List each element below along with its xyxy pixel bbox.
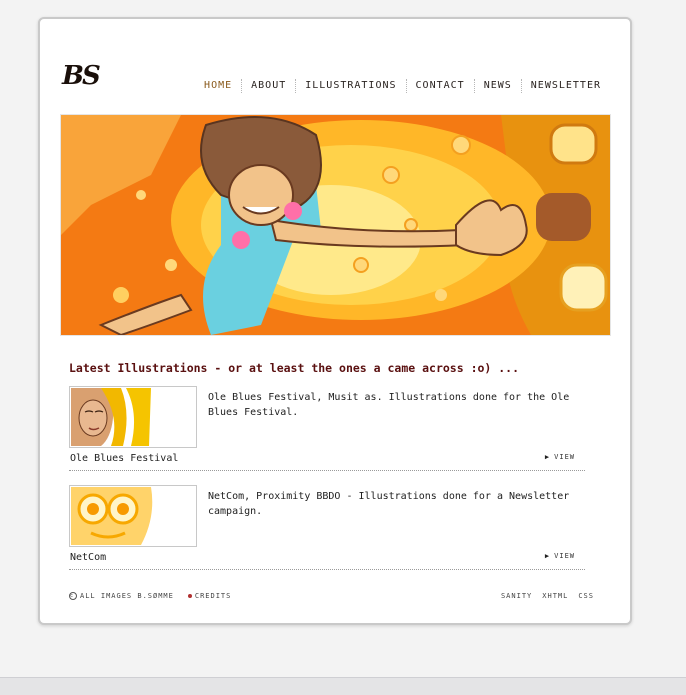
view-button[interactable]: ▶ VIEW [545,453,575,461]
play-arrow-icon: ▶ [544,453,551,461]
item-title[interactable]: NetCom [70,552,106,563]
credits-label: CREDITS [194,592,232,600]
divider [69,470,585,471]
view-button[interactable]: ▶ VIEW [545,552,575,560]
footer-left: c ALL IMAGES B.SØMME CREDITS [69,592,231,600]
browser-status-bar [0,677,686,695]
item-description: Ole Blues Festival, Musit as. Illustrati… [208,392,570,418]
nav-item-about[interactable]: ABOUT [241,79,295,93]
footer-link-sanity[interactable]: SANITY [501,592,532,600]
play-arrow-icon: ▶ [544,552,551,560]
item-description: NetCom, Proximity BBDO - Illustrations d… [208,491,570,517]
bullet-icon [187,594,192,598]
item-thumbnail[interactable] [69,485,197,547]
footer-link-xhtml[interactable]: XHTML [542,592,568,600]
nav-item-illustrations[interactable]: ILLUSTRATIONS [295,79,405,93]
item-thumbnail[interactable] [69,386,197,448]
footer-link-css[interactable]: CSS [578,592,594,600]
footer-links: SANITY XHTML CSS [501,592,594,600]
copyright-notice: c ALL IMAGES B.SØMME [69,592,174,600]
view-label: VIEW [554,453,575,461]
site-logo[interactable]: BS [62,61,101,91]
divider [69,569,585,570]
view-label: VIEW [554,552,575,560]
item-title[interactable]: Ole Blues Festival [70,453,178,464]
hero-illustration [60,114,611,336]
copyright-icon: c [69,592,77,600]
credits-link[interactable]: CREDITS [187,592,232,600]
nav-item-contact[interactable]: CONTACT [405,79,474,93]
section-title: Latest Illustrations - or at least the o… [69,361,520,375]
page-container: BS HOME ABOUT ILLUSTRATIONS CONTACT NEWS… [38,17,632,625]
copyright-text: ALL IMAGES B.SØMME [80,592,174,600]
main-nav: HOME ABOUT ILLUSTRATIONS CONTACT NEWS NE… [195,79,610,93]
nav-item-news[interactable]: NEWS [473,79,521,93]
nav-item-home[interactable]: HOME [195,79,241,93]
nav-item-newsletter[interactable]: NEWSLETTER [520,79,610,93]
